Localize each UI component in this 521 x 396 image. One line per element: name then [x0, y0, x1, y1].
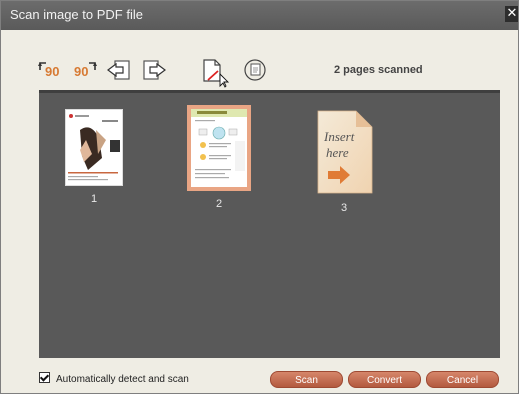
- page-image: [65, 109, 123, 186]
- page-selection-frame: [187, 105, 251, 191]
- page-viewer[interactable]: 1 2 Insert here 3: [39, 90, 500, 358]
- scanned-page-image: [66, 110, 122, 185]
- auto-detect-option[interactable]: Automatically detect and scan: [39, 371, 189, 385]
- page-thumbnail-selected[interactable]: 2: [184, 105, 254, 210]
- insert-here-icon: Insert here: [317, 110, 373, 194]
- rotate-left-button[interactable]: 90: [37, 56, 65, 84]
- auto-detect-checkbox[interactable]: [39, 372, 50, 383]
- rotate-right-button[interactable]: 90: [70, 56, 98, 84]
- svg-text:90: 90: [45, 64, 59, 79]
- move-page-right-icon: [143, 60, 166, 80]
- title-bar[interactable]: Scan image to PDF file ✕: [1, 1, 518, 30]
- move-page-right-button[interactable]: [140, 56, 168, 84]
- insert-here-image: Insert here: [312, 109, 376, 195]
- move-page-left-button[interactable]: [105, 56, 133, 84]
- svg-text:here: here: [326, 145, 349, 160]
- scan-button[interactable]: Scan: [270, 371, 343, 388]
- rotate-right-90-icon: 90: [74, 62, 97, 79]
- scan-dialog: Scan image to PDF file ✕ 90 90 2 pages s…: [0, 0, 519, 394]
- pages-scanned-status: 2 pages scanned: [334, 64, 423, 76]
- page-number: 3: [340, 202, 348, 214]
- move-page-left-icon: [107, 60, 130, 80]
- page-thumbnail[interactable]: 1: [59, 109, 129, 205]
- rotate-left-90-icon: 90: [38, 62, 59, 79]
- auto-detect-label: Automatically detect and scan: [56, 374, 189, 385]
- convert-button[interactable]: Convert: [348, 371, 421, 388]
- insert-page-placeholder[interactable]: Insert here 3: [309, 109, 379, 214]
- page-number: 1: [90, 193, 98, 205]
- rescan-page-icon: [244, 59, 266, 81]
- cancel-button[interactable]: Cancel: [426, 371, 499, 388]
- scanned-page-image: [191, 109, 247, 187]
- delete-page-button[interactable]: [198, 56, 230, 88]
- close-icon[interactable]: ✕: [505, 6, 518, 22]
- delete-page-icon: [203, 59, 230, 88]
- svg-text:90: 90: [74, 64, 88, 79]
- svg-text:Insert: Insert: [323, 129, 355, 144]
- rescan-page-button[interactable]: [242, 56, 270, 84]
- window-title: Scan image to PDF file: [10, 7, 143, 22]
- page-number: 2: [215, 198, 223, 210]
